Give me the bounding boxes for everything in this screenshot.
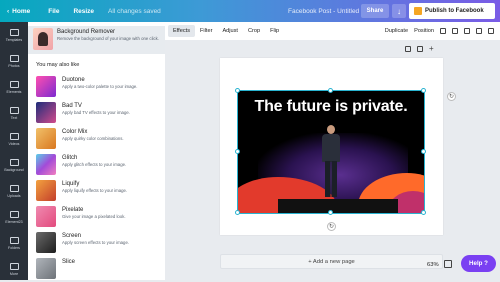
add-page-icon[interactable]: + — [429, 45, 434, 53]
image-toolbar: Effects Filter Adjust Crop Flip Duplicat… — [165, 22, 500, 40]
effect-thumbnail — [36, 258, 56, 279]
effect-thumbnail — [36, 180, 56, 201]
resize-handle-top[interactable] — [328, 88, 333, 93]
resize-handle-right[interactable] — [421, 149, 426, 154]
selected-photo[interactable]: The future is private. — [237, 90, 425, 214]
resize-handle-bl[interactable] — [235, 210, 240, 215]
transparency-icon[interactable] — [440, 28, 446, 34]
save-status: All changes saved — [108, 7, 161, 15]
resize-handle-left[interactable] — [235, 149, 240, 154]
speaker-figure — [320, 125, 342, 199]
tab-adjust[interactable]: Adjust — [217, 25, 243, 37]
effect-thumbnail — [36, 154, 56, 175]
photos-icon — [9, 54, 19, 62]
folders-icon — [9, 236, 19, 244]
stage — [278, 199, 398, 213]
effect-thumbnail — [36, 76, 56, 97]
top-bar: ‹ Home File Resize All changes saved Face… — [0, 0, 500, 22]
page-notes-icon[interactable] — [405, 46, 411, 52]
home-button[interactable]: ‹ Home — [7, 8, 30, 15]
sidebar-item-text[interactable]: Text — [0, 100, 28, 126]
tab-effects[interactable]: Effects — [168, 25, 195, 37]
resize-handle-bottom[interactable] — [328, 210, 333, 215]
effect-bad-tv[interactable]: Bad TV Apply bad TV effects to your image… — [36, 102, 161, 128]
sidebar-item-uploads[interactable]: Uploads — [0, 178, 28, 204]
publish-button[interactable]: Publish to Facebook — [409, 3, 495, 19]
text-icon — [9, 106, 19, 114]
sidebar-item-more[interactable]: More — [0, 256, 28, 282]
effect-duotone[interactable]: Duotone Apply a two-color palette to your… — [36, 76, 161, 102]
also-like-heading: You may also like — [36, 62, 80, 68]
share-button[interactable]: Share — [361, 4, 389, 18]
sidebar-item-photos[interactable]: Photos — [0, 48, 28, 74]
templates-icon — [9, 28, 19, 36]
left-sidebar: Templates Photos Elements Text Videos Ba… — [0, 22, 28, 280]
sidebar-item-background[interactable]: Background — [0, 152, 28, 178]
effect-liquify[interactable]: Liquify Apply liquify effects to your ima… — [36, 180, 161, 206]
zoom-level[interactable]: 63% — [427, 262, 439, 268]
videos-icon — [9, 132, 19, 140]
more-icon — [9, 262, 19, 270]
effect-screen[interactable]: Screen Apply screen effects to your image… — [36, 232, 161, 258]
background-remover-thumbnail — [33, 28, 53, 50]
resize-handle-tr[interactable] — [421, 88, 426, 93]
photo-headline: The future is private. — [254, 98, 408, 115]
effect-thumbnail — [36, 128, 56, 149]
copy-style-icon[interactable] — [464, 28, 470, 34]
effect-glitch[interactable]: Glitch Apply glitch effects to your image… — [36, 154, 161, 180]
effect-slice[interactable]: Slice — [36, 258, 161, 280]
resize-button[interactable]: Resize — [73, 8, 94, 15]
effect-color-mix[interactable]: Color Mix Apply quirky color combinations… — [36, 128, 161, 154]
effect-thumbnail — [36, 206, 56, 227]
file-menu[interactable]: File — [48, 8, 59, 15]
background-remover-title: Background Remover — [57, 29, 116, 35]
lock-icon[interactable] — [476, 28, 482, 34]
effects-panel: Background Remover Remove the background… — [28, 22, 165, 280]
resize-handle-br[interactable] — [421, 210, 426, 215]
effect-pixelate[interactable]: Pixelate Give your image a pixelated look… — [36, 206, 161, 232]
trash-icon[interactable] — [488, 28, 494, 34]
sidebar-item-folders[interactable]: Folders — [0, 230, 28, 256]
rotate-handle-icon[interactable]: ↻ — [327, 222, 336, 231]
tab-flip[interactable]: Flip — [265, 25, 284, 37]
fullscreen-icon[interactable] — [444, 260, 452, 268]
link-icon[interactable] — [452, 28, 458, 34]
background-remover-card[interactable]: Background Remover Remove the background… — [28, 26, 165, 54]
elements-icon — [9, 80, 19, 88]
download-icon: ↓ — [397, 6, 401, 16]
download-button[interactable]: ↓ — [392, 4, 406, 18]
tab-crop[interactable]: Crop — [243, 25, 265, 37]
resize-handle-tl[interactable] — [235, 88, 240, 93]
help-button[interactable]: Help ? — [461, 255, 496, 272]
add-new-page-button[interactable]: + Add a new page — [220, 254, 443, 269]
sidebar-item-elements[interactable]: Elements — [0, 74, 28, 100]
uploads-icon — [9, 184, 19, 192]
facebook-icon — [414, 7, 422, 15]
duplicate-page-icon[interactable] — [417, 46, 423, 52]
effect-thumbnail — [36, 232, 56, 253]
tab-filter[interactable]: Filter — [195, 25, 217, 37]
page-controls: + — [405, 45, 434, 53]
duplicate-button[interactable]: Duplicate — [385, 28, 408, 34]
document-title[interactable]: Facebook Post - Untitled — [288, 8, 359, 15]
effect-thumbnail — [36, 102, 56, 123]
sidebar-item-videos[interactable]: Videos — [0, 126, 28, 152]
refresh-page-icon[interactable]: ↻ — [447, 92, 456, 101]
chevron-left-icon: ‹ — [7, 7, 10, 15]
position-button[interactable]: Position — [414, 28, 434, 34]
background-icon — [9, 158, 19, 166]
sidebar-item-element23[interactable]: Element23 — [0, 204, 28, 230]
sidebar-item-templates[interactable]: Templates — [0, 22, 28, 48]
element23-icon — [9, 210, 19, 218]
background-remover-desc: Remove the background of your image with… — [57, 36, 159, 41]
